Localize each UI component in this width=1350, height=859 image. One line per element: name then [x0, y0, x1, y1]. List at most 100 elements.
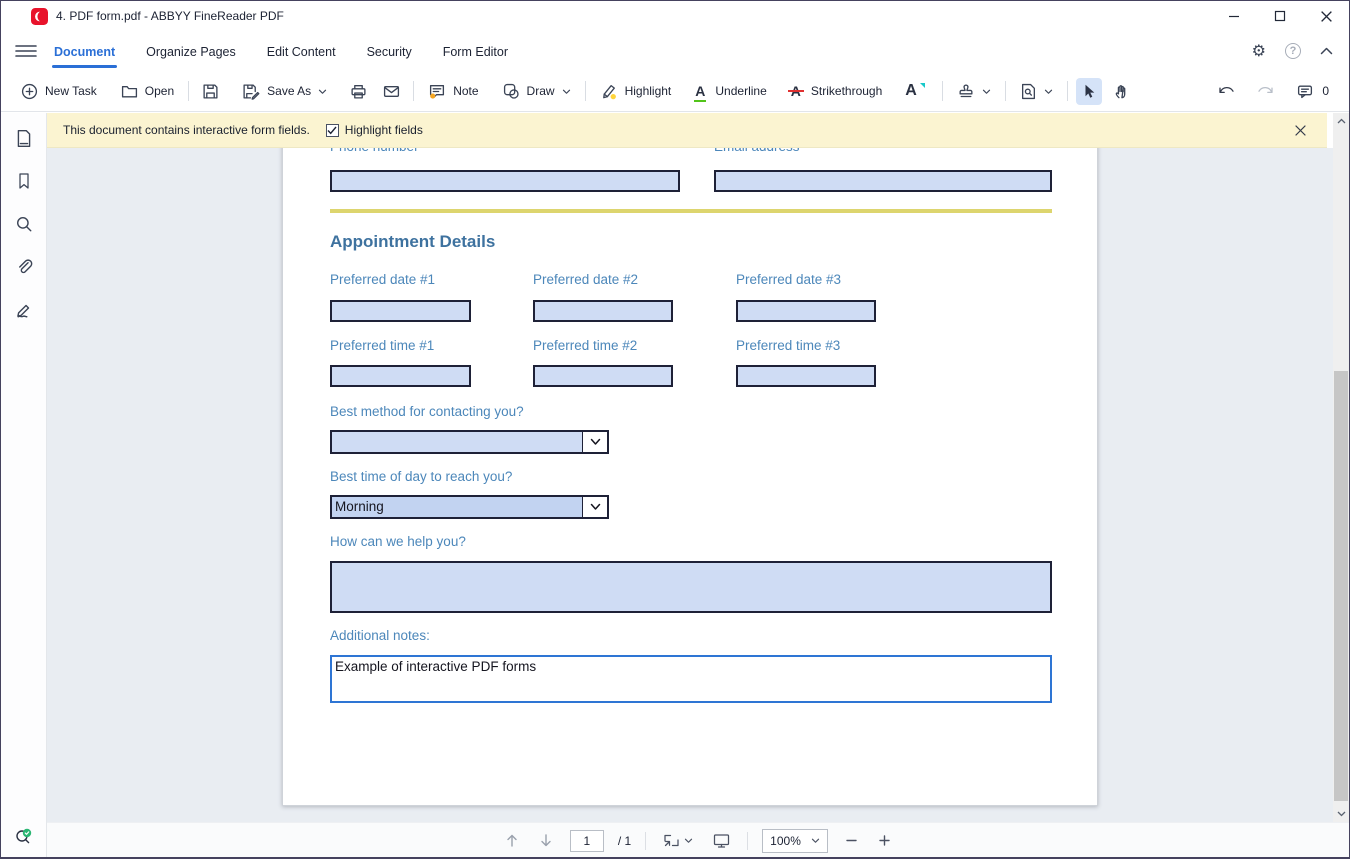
text-style-button[interactable]: A [900, 78, 934, 104]
close-button[interactable] [1303, 1, 1349, 31]
highlighter-icon [600, 83, 618, 100]
pages-panel-icon[interactable] [11, 125, 37, 151]
save-as-label: Save As [267, 84, 311, 98]
help-question-label: How can we help you? [330, 534, 466, 549]
save-as-button[interactable]: Save As [236, 78, 333, 105]
scroll-down-icon[interactable] [1333, 806, 1349, 822]
main-menu-icon[interactable] [15, 44, 37, 58]
main-toolbar: New Task Open Save As [1, 71, 1349, 112]
strikethrough-button[interactable]: A Strikethrough [785, 79, 889, 103]
tab-document[interactable]: Document [52, 34, 117, 68]
contact-method-value [332, 432, 582, 452]
tab-organize-pages[interactable]: Organize Pages [144, 34, 238, 68]
attachments-panel-icon[interactable] [11, 254, 37, 280]
select-tool-button[interactable] [1076, 78, 1102, 105]
redo-button[interactable] [1251, 79, 1280, 104]
scroll-up-icon[interactable] [1333, 113, 1349, 129]
section-divider [330, 209, 1052, 213]
settings-gear-icon[interactable]: ⚙ [1252, 43, 1266, 59]
text-style-icon: A [905, 83, 917, 99]
fit-width-button[interactable] [660, 830, 696, 851]
previous-page-icon[interactable] [502, 830, 522, 851]
zoom-out-icon[interactable] [842, 831, 861, 850]
appointment-details-heading: Appointment Details [330, 232, 495, 252]
highlight-button[interactable]: Highlight [594, 78, 678, 105]
zoom-in-icon[interactable] [875, 831, 894, 850]
preferred-date-1-label: Preferred date #1 [330, 272, 435, 287]
zoom-level-value: 100% [770, 834, 801, 848]
underline-button[interactable]: A Underline [689, 79, 773, 103]
page-total-label: / 1 [618, 834, 631, 848]
search-panel-icon[interactable] [11, 211, 37, 237]
preferred-date-3-field[interactable] [736, 300, 876, 322]
preferred-date-1-field[interactable] [330, 300, 471, 322]
help-icon[interactable]: ? [1285, 43, 1301, 59]
status-bar: / 1 100% [47, 822, 1349, 858]
vertical-scrollbar[interactable] [1333, 113, 1349, 822]
title-bar: 4. PDF form.pdf - ABBYY FineReader PDF [1, 1, 1349, 31]
help-textarea[interactable] [330, 561, 1052, 613]
printer-icon [350, 83, 367, 100]
maximize-button[interactable] [1257, 1, 1303, 31]
fullscreen-button[interactable] [710, 830, 733, 852]
reach-time-dropdown-icon[interactable] [582, 497, 607, 517]
reach-time-label: Best time of day to reach you? [330, 469, 512, 484]
comments-button[interactable]: 0 [1290, 78, 1335, 105]
new-task-icon [21, 83, 38, 100]
notification-close-icon[interactable] [1290, 120, 1311, 141]
tab-security[interactable]: Security [365, 34, 414, 68]
reach-time-value: Morning [332, 497, 582, 517]
next-page-icon[interactable] [536, 830, 556, 851]
stamp-button[interactable] [951, 78, 997, 105]
history-controls: 0 [1212, 78, 1335, 105]
document-view-area[interactable]: Phone number Email address Appointment D… [47, 148, 1333, 822]
contact-method-dropdown-icon[interactable] [582, 432, 607, 452]
window-controls [1211, 1, 1349, 31]
envelope-icon [383, 83, 400, 100]
tab-form-editor[interactable]: Form Editor [441, 34, 510, 68]
cursor-arrow-icon [1081, 83, 1097, 100]
email-button[interactable] [378, 78, 405, 105]
signature-panel-icon[interactable] [11, 297, 37, 323]
highlight-fields-checkbox[interactable]: Highlight fields [326, 123, 423, 137]
page-number-input[interactable] [570, 830, 604, 852]
preferred-date-2-label: Preferred date #2 [533, 272, 638, 287]
note-button[interactable]: Note [422, 78, 484, 105]
preferred-time-2-field[interactable] [533, 365, 673, 387]
bookmarks-panel-icon[interactable] [11, 168, 37, 194]
zoom-level-select[interactable]: 100% [762, 829, 828, 853]
save-button[interactable] [197, 78, 224, 105]
phone-number-field[interactable] [330, 170, 680, 192]
scrollbar-thumb[interactable] [1334, 371, 1348, 801]
draw-icon [503, 83, 520, 100]
open-button[interactable]: Open [115, 78, 180, 105]
preferred-date-2-field[interactable] [533, 300, 673, 322]
email-address-field[interactable] [714, 170, 1052, 192]
phone-number-label: Phone number [330, 148, 419, 154]
hand-tool-button[interactable] [1108, 78, 1135, 105]
ribbon-tab-bar: Document Organize Pages Edit Content Sec… [1, 31, 1349, 71]
strikethrough-label: Strikethrough [811, 84, 882, 98]
feedback-check-icon[interactable] [11, 824, 37, 850]
undo-button[interactable] [1212, 79, 1241, 104]
tab-edit-content[interactable]: Edit Content [265, 34, 338, 68]
contact-method-select[interactable] [330, 430, 609, 454]
additional-notes-field[interactable]: Example of interactive PDF forms [330, 655, 1052, 703]
search-chevron-icon [1044, 88, 1053, 95]
minimize-button[interactable] [1211, 1, 1257, 31]
reach-time-select[interactable]: Morning [330, 495, 609, 519]
preferred-time-1-label: Preferred time #1 [330, 338, 434, 353]
checkbox-checked-icon[interactable] [326, 124, 339, 137]
draw-button[interactable]: Draw [497, 78, 577, 105]
additional-notes-label: Additional notes: [330, 628, 430, 643]
preferred-time-1-field[interactable] [330, 365, 471, 387]
preferred-time-3-field[interactable] [736, 365, 876, 387]
search-document-button[interactable] [1014, 78, 1059, 105]
print-button[interactable] [345, 78, 372, 105]
abbyy-logo-icon [31, 8, 48, 25]
ribbon-right-controls: ⚙ ? [1252, 43, 1349, 59]
underline-icon: A [695, 84, 705, 98]
collapse-ribbon-icon[interactable] [1320, 47, 1333, 55]
left-panel-sidebar [1, 113, 47, 857]
new-task-button[interactable]: New Task [15, 78, 103, 105]
